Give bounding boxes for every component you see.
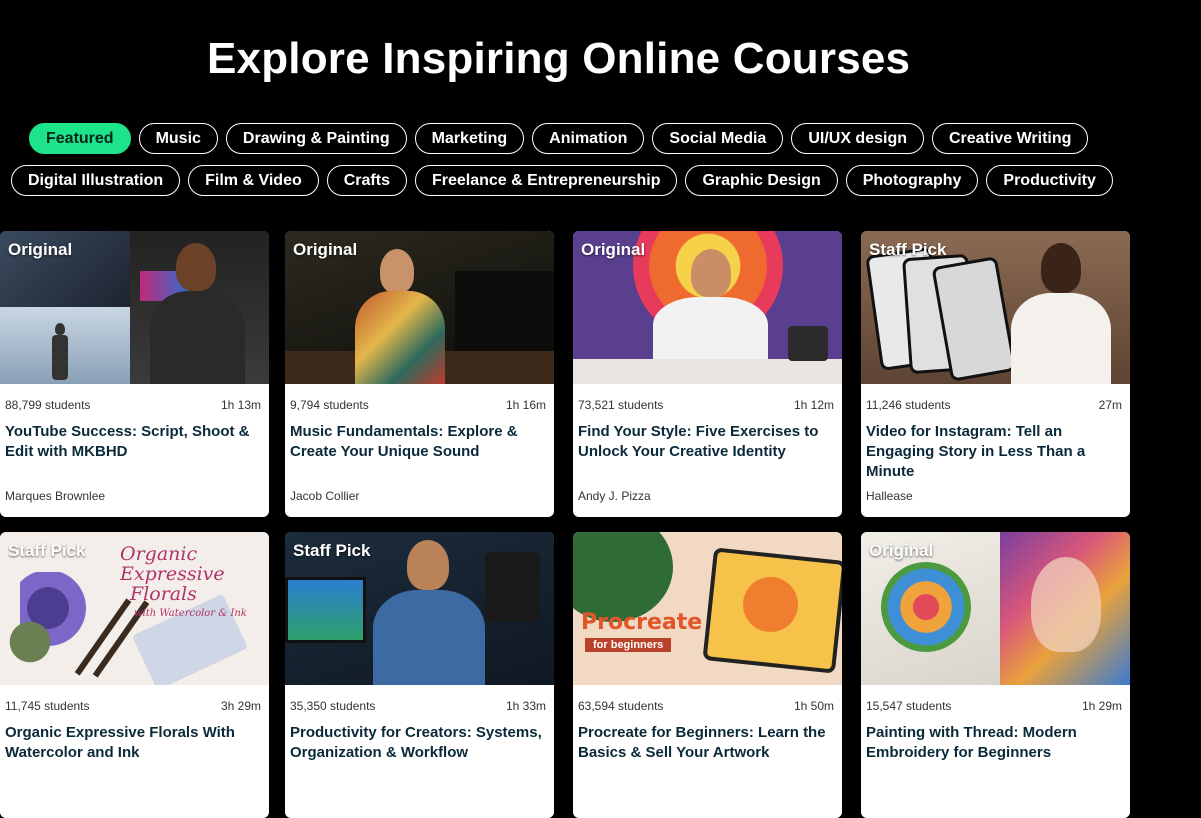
course-card[interactable]: Procreate for beginners 63,594 students 1… (573, 532, 842, 818)
course-badge: Original (581, 240, 646, 259)
course-title[interactable]: Music Fundamentals: Explore & Create You… (290, 422, 546, 462)
course-thumbnail[interactable]: Original (573, 231, 842, 384)
category-chip-photography[interactable]: Photography (845, 165, 979, 196)
course-badge: Staff Pick (8, 541, 86, 560)
course-title[interactable]: Productivity for Creators: Systems, Orga… (290, 723, 546, 763)
student-count: 9,794 students (290, 398, 369, 412)
course-title[interactable]: Find Your Style: Five Exercises to Unloc… (578, 422, 834, 462)
course-thumbnail[interactable]: Procreate for beginners (573, 532, 842, 685)
course-thumbnail[interactable]: Organic Expressive Florals with Watercol… (0, 532, 269, 685)
course-thumbnail[interactable]: Original (0, 231, 269, 384)
course-card[interactable]: Staff Pick 11,246 students 27m Video for … (861, 231, 1130, 517)
category-chip-graphic-design[interactable]: Graphic Design (685, 165, 838, 196)
page-title: Explore Inspiring Online Courses (207, 34, 911, 83)
course-duration: 1h 16m (505, 398, 546, 412)
course-title[interactable]: YouTube Success: Script, Shoot & Edit wi… (5, 422, 261, 462)
course-duration: 1h 33m (505, 699, 546, 713)
course-duration: 1h 12m (793, 398, 834, 412)
thumbnail-text: Organic Expressive (120, 543, 225, 585)
course-card[interactable]: Staff Pick 35,350 students 1h 33m Product… (285, 532, 554, 818)
student-count: 73,521 students (578, 398, 664, 412)
category-row-1: Featured Music Drawing & Painting Market… (29, 123, 1089, 154)
category-chip-uiux-design[interactable]: UI/UX design (791, 123, 924, 154)
category-chip-animation[interactable]: Animation (532, 123, 645, 154)
category-chip-film-video[interactable]: Film & Video (188, 165, 319, 196)
course-thumbnail[interactable]: Original (285, 231, 554, 384)
course-author[interactable]: Marques Brownlee (5, 489, 105, 503)
thumbnail-text: with Watercolor & Ink (134, 608, 247, 619)
course-thumbnail[interactable]: Staff Pick (861, 231, 1130, 384)
category-row-2: Digital Illustration Film & Video Crafts… (11, 165, 1113, 196)
course-card[interactable]: Original 9,794 students 1h 16m Music Fund… (285, 231, 554, 517)
course-author[interactable]: Andy J. Pizza (578, 489, 651, 503)
category-chip-crafts[interactable]: Crafts (326, 165, 407, 196)
course-badge: Staff Pick (869, 240, 947, 259)
thumbnail-text: for beginners (585, 638, 672, 652)
category-chip-productivity[interactable]: Productivity (986, 165, 1113, 196)
course-card[interactable]: Organic Expressive Florals with Watercol… (0, 532, 269, 818)
thumbnail-text: Procreate (581, 610, 703, 635)
course-author[interactable]: Hallease (866, 489, 913, 503)
course-card[interactable]: Original 15,547 students 1h 29m Painting … (861, 532, 1130, 818)
category-chip-featured[interactable]: Featured (29, 123, 131, 154)
student-count: 15,547 students (866, 699, 952, 713)
course-badge: Staff Pick (293, 541, 371, 560)
student-count: 11,246 students (866, 398, 951, 412)
course-badge: Original (869, 541, 934, 560)
course-title[interactable]: Procreate for Beginners: Learn the Basic… (578, 723, 834, 763)
course-thumbnail[interactable]: Original (861, 532, 1130, 685)
course-author[interactable]: Jacob Collier (290, 489, 359, 503)
course-duration: 1h 13m (220, 398, 261, 412)
course-card[interactable]: Original 73,521 students 1h 12m Find Your… (573, 231, 842, 517)
category-chip-freelance[interactable]: Freelance & Entrepreneurship (414, 165, 678, 196)
category-chip-digital-illustration[interactable]: Digital Illustration (11, 165, 181, 196)
student-count: 88,799 students (5, 398, 91, 412)
course-badge: Original (293, 240, 358, 259)
student-count: 63,594 students (578, 699, 664, 713)
course-duration: 1h 29m (1081, 699, 1122, 713)
category-chip-marketing[interactable]: Marketing (414, 123, 525, 154)
category-chip-creative-writing[interactable]: Creative Writing (932, 123, 1089, 154)
thumbnail-text: Florals (130, 583, 197, 605)
category-chip-drawing-painting[interactable]: Drawing & Painting (225, 123, 407, 154)
course-duration: 1h 50m (793, 699, 834, 713)
course-title[interactable]: Painting with Thread: Modern Embroidery … (866, 723, 1122, 763)
category-chip-music[interactable]: Music (138, 123, 218, 154)
course-thumbnail[interactable]: Staff Pick (285, 532, 554, 685)
course-card[interactable]: Original 88,799 students 1h 13m YouTube S… (0, 231, 269, 517)
course-duration: 27m (1098, 398, 1122, 412)
course-badge: Original (8, 240, 73, 259)
course-duration: 3h 29m (220, 699, 261, 713)
category-chip-social-media[interactable]: Social Media (652, 123, 784, 154)
student-count: 11,745 students (5, 699, 90, 713)
course-title[interactable]: Video for Instagram: Tell an Engaging St… (866, 422, 1122, 482)
student-count: 35,350 students (290, 699, 376, 713)
course-title[interactable]: Organic Expressive Florals With Watercol… (5, 723, 261, 763)
